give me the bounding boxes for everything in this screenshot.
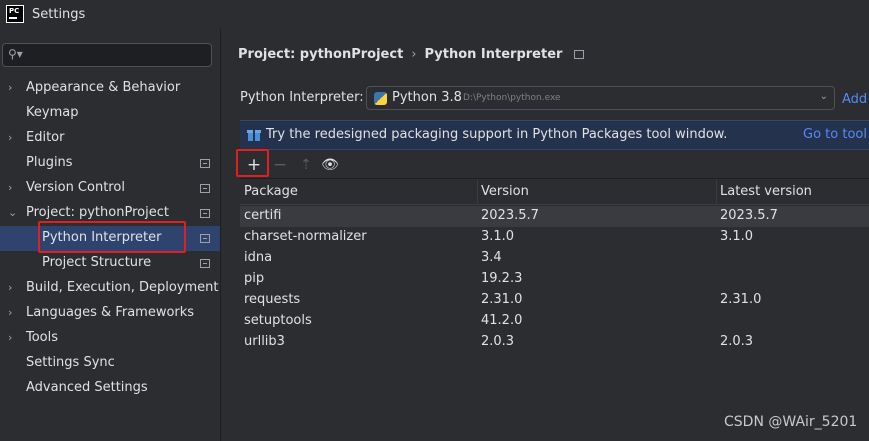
remove-package-button[interactable]: − bbox=[270, 156, 290, 176]
package-latest-version: 3.1.0 bbox=[720, 229, 754, 244]
gift-icon bbox=[247, 128, 261, 141]
packaging-banner: Try the redesigned packaging support in … bbox=[240, 120, 869, 150]
package-version: 3.4 bbox=[481, 250, 502, 265]
package-version: 2.0.3 bbox=[481, 334, 515, 349]
sidebar-item-label: Keymap bbox=[26, 105, 79, 120]
sidebar-item-label: Project Structure bbox=[42, 255, 152, 270]
sidebar-item-label: Settings Sync bbox=[26, 355, 115, 370]
sidebar-item[interactable]: Advanced Settings bbox=[0, 376, 220, 401]
package-name: setuptools bbox=[244, 313, 312, 328]
chevron-right-icon[interactable]: › bbox=[8, 281, 20, 294]
packages-table: Package Version Latest version certifi 20… bbox=[240, 178, 869, 441]
title-bar: PC Settings bbox=[0, 0, 869, 28]
chevron-down-icon[interactable]: ⌄ bbox=[820, 91, 828, 102]
package-name: certifi bbox=[244, 208, 282, 223]
chevron-right-icon[interactable]: › bbox=[8, 331, 20, 344]
highlight-annotation-add bbox=[236, 149, 269, 177]
highlight-annotation-interpreter bbox=[38, 221, 186, 253]
project-level-icon bbox=[200, 234, 210, 243]
project-level-icon bbox=[200, 159, 210, 168]
interpreter-path: D:\Python\python.exe bbox=[463, 93, 561, 103]
watermark: CSDN @WAir_5201 bbox=[724, 414, 858, 430]
sidebar-item-label: Version Control bbox=[26, 180, 125, 195]
sidebar-item[interactable]: › Tools bbox=[0, 326, 220, 351]
add-interpreter-link[interactable]: Add bbox=[842, 92, 867, 107]
package-name: idna bbox=[244, 250, 273, 265]
sidebar-item-label: Build, Execution, Deployment bbox=[26, 280, 219, 295]
package-version: 2.31.0 bbox=[481, 292, 523, 307]
package-name: pip bbox=[244, 271, 265, 286]
settings-sidebar: ⚲▾ › Appearance & Behavior Keymap › Editor Pl… bbox=[0, 28, 220, 441]
interpreter-select[interactable]: Python 3.8 D:\Python\python.exe ⌄ bbox=[366, 86, 835, 110]
table-header: Package Version Latest version bbox=[240, 179, 869, 205]
table-row[interactable]: pip 19.2.3 bbox=[240, 269, 869, 290]
window-title: Settings bbox=[32, 6, 86, 22]
breadcrumb-project[interactable]: Project: pythonProject bbox=[238, 47, 403, 62]
settings-search-input[interactable]: ⚲▾ bbox=[2, 43, 212, 67]
interpreter-label: Python Interpreter: bbox=[240, 90, 364, 105]
package-version: 19.2.3 bbox=[481, 271, 523, 286]
package-name: charset-normalizer bbox=[244, 229, 367, 244]
package-latest-version: 2.31.0 bbox=[720, 292, 762, 307]
project-settings-icon bbox=[574, 50, 585, 59]
search-icon: ⚲▾ bbox=[8, 47, 23, 61]
chevron-right-icon[interactable]: › bbox=[8, 181, 20, 194]
sidebar-item[interactable]: › Version Control bbox=[0, 176, 220, 201]
project-level-icon bbox=[200, 184, 210, 193]
chevron-right-icon[interactable]: › bbox=[8, 81, 20, 94]
sidebar-item[interactable]: › Build, Execution, Deployment bbox=[0, 276, 220, 301]
package-version: 2023.5.7 bbox=[481, 208, 539, 223]
sidebar-item-label: Advanced Settings bbox=[26, 380, 148, 395]
chevron-right-icon[interactable]: › bbox=[8, 306, 20, 319]
chevron-down-icon[interactable]: ⌄ bbox=[8, 206, 20, 219]
table-row[interactable]: idna 3.4 bbox=[240, 248, 869, 269]
sidebar-item-label: Languages & Frameworks bbox=[26, 305, 195, 320]
package-name: requests bbox=[244, 292, 301, 307]
table-row[interactable]: requests 2.31.0 2.31.0 bbox=[240, 290, 869, 311]
breadcrumb-separator: › bbox=[411, 47, 417, 62]
package-name: urllib3 bbox=[244, 334, 285, 349]
table-row[interactable]: certifi 2023.5.7 2023.5.7 bbox=[240, 206, 869, 227]
column-header-latest-version[interactable]: Latest version bbox=[720, 184, 812, 199]
sidebar-item[interactable]: Settings Sync bbox=[0, 351, 220, 376]
package-latest-version: 2023.5.7 bbox=[720, 208, 778, 223]
breadcrumb: Project: pythonProject › Python Interpre… bbox=[238, 47, 585, 62]
sidebar-item[interactable]: › Appearance & Behavior bbox=[0, 76, 220, 101]
project-level-icon bbox=[200, 259, 210, 268]
banner-text: Try the redesigned packaging support in … bbox=[266, 127, 728, 142]
table-row[interactable]: setuptools 41.2.0 bbox=[240, 311, 869, 332]
project-level-icon bbox=[200, 209, 210, 218]
pycharm-logo: PC bbox=[6, 5, 24, 23]
sidebar-item-label: Tools bbox=[26, 330, 59, 345]
table-row[interactable]: charset-normalizer 3.1.0 3.1.0 bbox=[240, 227, 869, 248]
table-row[interactable]: urllib3 2.0.3 2.0.3 bbox=[240, 332, 869, 353]
show-early-releases-eye-icon[interactable]: 👁 bbox=[320, 156, 340, 176]
sidebar-item[interactable]: Project Structure bbox=[0, 251, 220, 276]
interpreter-name: Python 3.8 bbox=[392, 90, 462, 105]
column-header-version[interactable]: Version bbox=[481, 184, 529, 199]
column-header-package[interactable]: Package bbox=[244, 184, 298, 199]
sidebar-item-label: Plugins bbox=[26, 155, 73, 170]
sidebar-item[interactable]: Keymap bbox=[0, 101, 220, 126]
sidebar-item-label: Editor bbox=[26, 130, 65, 145]
interpreter-row: Python Interpreter: Python 3.8 D:\Python… bbox=[240, 86, 835, 110]
package-version: 41.2.0 bbox=[481, 313, 523, 328]
packages-toolbar: + − ⇡ 👁 bbox=[240, 154, 869, 178]
sidebar-item[interactable]: Plugins bbox=[0, 151, 220, 176]
upgrade-package-button[interactable]: ⇡ bbox=[296, 156, 316, 176]
python-icon bbox=[374, 92, 387, 105]
sidebar-item-label: Project: pythonProject bbox=[26, 205, 169, 220]
package-version: 3.1.0 bbox=[481, 229, 515, 244]
chevron-right-icon[interactable]: › bbox=[8, 131, 20, 144]
go-to-tool-link[interactable]: Go to tool bbox=[803, 127, 867, 142]
breadcrumb-page: Python Interpreter bbox=[424, 47, 563, 62]
sidebar-item[interactable]: › Editor bbox=[0, 126, 220, 151]
sidebar-item-label: Appearance & Behavior bbox=[26, 80, 181, 95]
package-latest-version: 2.0.3 bbox=[720, 334, 754, 349]
main-panel: Project: pythonProject › Python Interpre… bbox=[220, 28, 869, 441]
sidebar-item[interactable]: › Languages & Frameworks bbox=[0, 301, 220, 326]
